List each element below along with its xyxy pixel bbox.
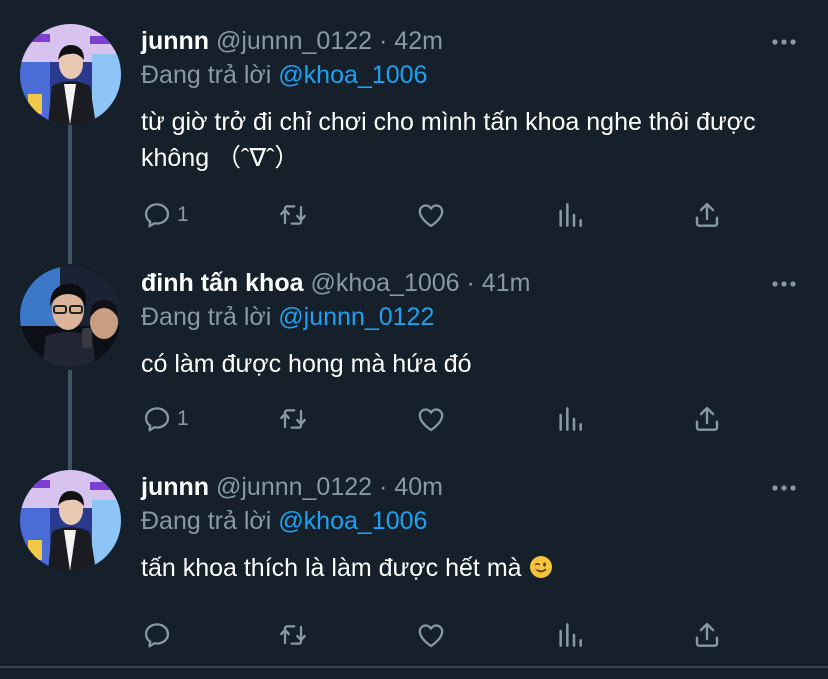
like-button[interactable] [415,198,447,232]
share-icon [691,199,723,231]
share-icon [691,619,723,651]
mention-link[interactable]: @khoa_1006 [278,507,427,535]
share-button[interactable] [691,198,723,232]
reply-bubble-icon [141,403,173,435]
avatar[interactable] [20,470,121,571]
reply-bubble-icon [141,199,173,231]
heart-icon [415,619,447,651]
retweet-icon [277,619,309,651]
user-avatar-junnn-icon [20,470,121,571]
tweet[interactable]: junnn @junnn_0122 · 42m Đang trả lời @kh… [0,24,828,238]
replying-to-label: Đang trả lời [141,507,272,535]
avatar[interactable] [20,266,121,367]
winking-face-icon [529,555,553,579]
share-icon [691,403,723,435]
analytics-icon [554,403,586,435]
timestamp[interactable]: 42m [394,27,443,55]
tweet[interactable]: junnn @junnn_0122 · 40m Đang trả lời @kh… [0,470,828,660]
separator-dot: · [379,473,388,501]
analytics-icon [554,619,586,651]
tweet-text: từ giờ trở đi chỉ chơi cho mình tấn khoa… [141,108,756,172]
analytics-button[interactable] [554,402,586,436]
retweet-button[interactable] [277,402,309,436]
display-name[interactable]: junnn [141,473,209,501]
reply-button[interactable] [141,618,177,652]
more-horizontal-icon [770,478,798,498]
more-horizontal-icon [770,274,798,294]
display-name[interactable]: junnn [141,27,209,55]
retweet-icon [277,199,309,231]
user-handle[interactable]: @junnn_0122 [216,27,372,55]
retweet-icon [277,403,309,435]
more-options-button[interactable] [770,32,798,52]
separator-dot: · [466,269,475,297]
mention-link[interactable]: @junnn_0122 [278,303,434,331]
avatar[interactable] [20,24,121,125]
separator-dot: · [379,27,388,55]
tweet-header: junnn @junnn_0122 · 42m [141,24,443,58]
replying-to-label: Đang trả lời [141,303,272,331]
user-avatar-junnn-icon [20,24,121,125]
analytics-button[interactable] [554,198,586,232]
share-button[interactable] [691,618,723,652]
conversation-thread: junnn @junnn_0122 · 42m Đang trả lời @kh… [0,0,828,679]
like-button[interactable] [415,402,447,436]
share-button[interactable] [691,402,723,436]
reply-count: 1 [177,203,189,226]
tweet-actions [141,618,741,652]
tweet-actions: 1 [141,402,741,436]
replying-to-label: Đang trả lời [141,61,272,89]
replying-to: Đang trả lời @junnn_0122 [141,300,434,334]
tweet-text-container: tấn khoa thích là làm được hết mà [141,550,781,586]
retweet-button[interactable] [277,618,309,652]
more-horizontal-icon [770,32,798,52]
replying-to: Đang trả lời @khoa_1006 [141,58,427,92]
analytics-icon [554,199,586,231]
more-options-button[interactable] [770,274,798,294]
more-options-button[interactable] [770,478,798,498]
bottom-divider [0,666,828,668]
tweet-text: có làm được hong mà hứa đó [141,350,472,378]
heart-icon [415,199,447,231]
tweet-text: tấn khoa thích là làm được hết mà [141,554,522,582]
user-handle[interactable]: @junnn_0122 [216,473,372,501]
heart-icon [415,403,447,435]
like-button[interactable] [415,618,447,652]
user-avatar-khoa-icon [20,266,121,367]
reply-button[interactable]: 1 [141,402,189,436]
tweet-header: junnn @junnn_0122 · 40m [141,470,443,504]
replying-to: Đang trả lời @khoa_1006 [141,504,427,538]
retweet-button[interactable] [277,198,309,232]
timestamp[interactable]: 40m [394,473,443,501]
reply-count: 1 [177,407,189,430]
tweet-header: đinh tấn khoa @khoa_1006 · 41m [141,266,530,300]
timestamp[interactable]: 41m [482,269,531,297]
mention-link[interactable]: @khoa_1006 [278,61,427,89]
analytics-button[interactable] [554,618,586,652]
user-handle[interactable]: @khoa_1006 [310,269,459,297]
reply-button[interactable]: 1 [141,198,189,232]
reply-bubble-icon [141,619,173,651]
display-name[interactable]: đinh tấn khoa [141,269,304,297]
tweet[interactable]: đinh tấn khoa @khoa_1006 · 41m Đang trả … [0,266,828,446]
tweet-actions: 1 [141,198,741,232]
